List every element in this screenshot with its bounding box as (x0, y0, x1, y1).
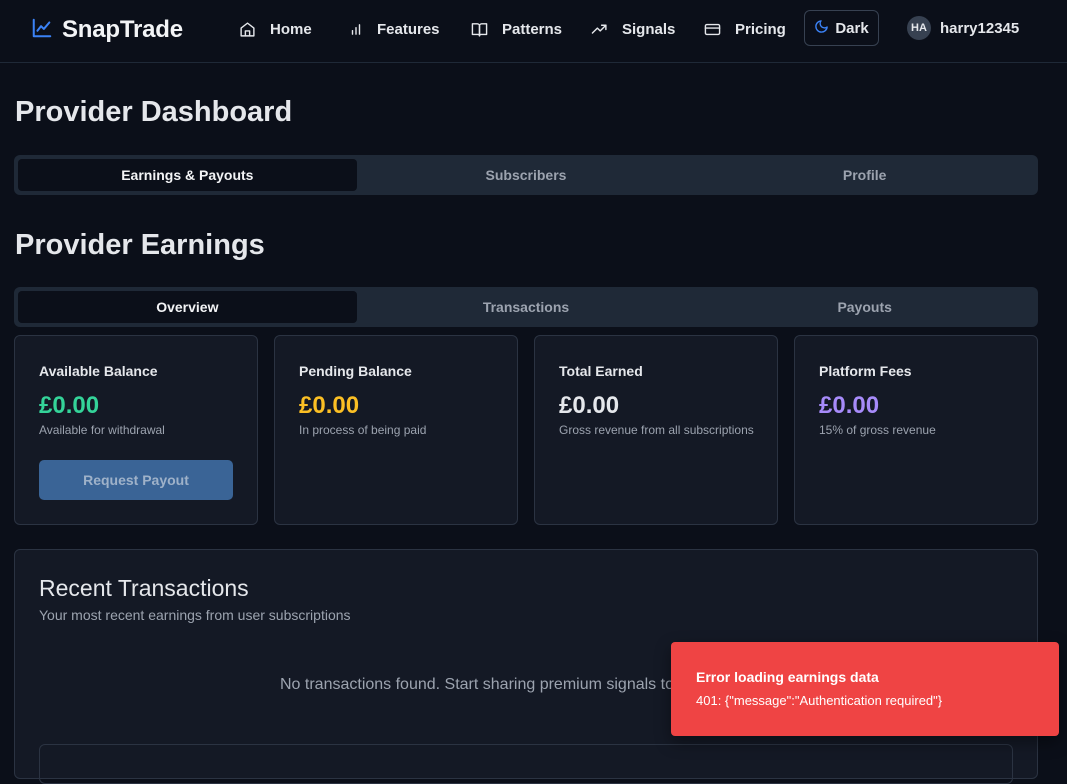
nav-patterns[interactable]: Patterns (471, 18, 562, 40)
user-menu[interactable]: HA harry12345 (907, 16, 1019, 40)
request-payout-button[interactable]: Request Payout (39, 460, 233, 500)
username: harry12345 (940, 19, 1020, 37)
card-subtitle: In process of being paid (299, 423, 427, 437)
page-title: Provider Dashboard (15, 96, 293, 128)
available-balance-card: Available Balance £0.00 Available for wi… (14, 335, 258, 525)
transactions-title: Recent Transactions (39, 575, 249, 601)
nav-signals-label: Signals (622, 20, 676, 38)
nav-features[interactable]: Features (349, 18, 440, 40)
card-title: Total Earned (559, 363, 643, 379)
nav-home-label: Home (270, 20, 312, 38)
brand-logo[interactable]: SnapTrade (31, 16, 183, 44)
tab-transactions[interactable]: Transactions (357, 291, 696, 323)
error-toast[interactable]: Error loading earnings data 401: {"messa… (671, 642, 1059, 736)
home-icon (239, 21, 256, 38)
tab-subscribers[interactable]: Subscribers (357, 159, 696, 191)
nav-home[interactable]: Home (239, 18, 312, 40)
tab-overview[interactable]: Overview (18, 291, 357, 323)
nav-signals[interactable]: Signals (591, 18, 675, 40)
tab-payouts[interactable]: Payouts (695, 291, 1034, 323)
transactions-subtitle: Your most recent earnings from user subs… (39, 607, 351, 623)
credit-card-icon (704, 21, 721, 38)
nav-pricing-label: Pricing (735, 20, 786, 38)
card-value: £0.00 (819, 392, 880, 419)
moon-icon (814, 19, 829, 38)
transactions-list-container (39, 744, 1013, 784)
platform-fees-card: Platform Fees £0.00 15% of gross revenue (794, 335, 1038, 525)
nav-features-label: Features (377, 20, 440, 38)
top-navbar: SnapTrade Home Features Patterns Signals… (0, 0, 1067, 63)
card-title: Pending Balance (299, 363, 412, 379)
transactions-empty-state: No transactions found. Start sharing pre… (280, 676, 715, 693)
total-earned-card: Total Earned £0.00 Gross revenue from al… (534, 335, 778, 525)
theme-toggle-button[interactable]: Dark (804, 10, 879, 46)
card-subtitle: Available for withdrawal (39, 423, 165, 437)
trending-up-icon (591, 21, 608, 38)
card-title: Available Balance (39, 363, 158, 379)
nav-pricing[interactable]: Pricing (704, 18, 786, 40)
toast-title: Error loading earnings data (696, 669, 879, 685)
tab-earnings-payouts[interactable]: Earnings & Payouts (18, 159, 357, 191)
pending-balance-card: Pending Balance £0.00 In process of bein… (274, 335, 518, 525)
avatar: HA (907, 16, 931, 40)
theme-toggle-label: Dark (835, 19, 869, 37)
nav-patterns-label: Patterns (502, 20, 563, 38)
card-title: Platform Fees (819, 363, 912, 379)
tab-profile[interactable]: Profile (695, 159, 1034, 191)
card-value: £0.00 (559, 392, 620, 419)
card-subtitle: Gross revenue from all subscriptions (559, 423, 754, 437)
line-chart-icon (31, 17, 53, 44)
brand-name: SnapTrade (62, 16, 183, 43)
bar-chart-icon (349, 21, 363, 38)
card-value: £0.00 (39, 392, 100, 419)
dashboard-tabs: Earnings & Payouts Subscribers Profile (14, 155, 1038, 195)
book-open-icon (471, 21, 488, 38)
section-title: Provider Earnings (15, 229, 265, 261)
toast-message: 401: {"message":"Authentication required… (696, 693, 943, 708)
earnings-tabs: Overview Transactions Payouts (14, 287, 1038, 327)
card-subtitle: 15% of gross revenue (819, 423, 936, 437)
card-value: £0.00 (299, 392, 360, 419)
